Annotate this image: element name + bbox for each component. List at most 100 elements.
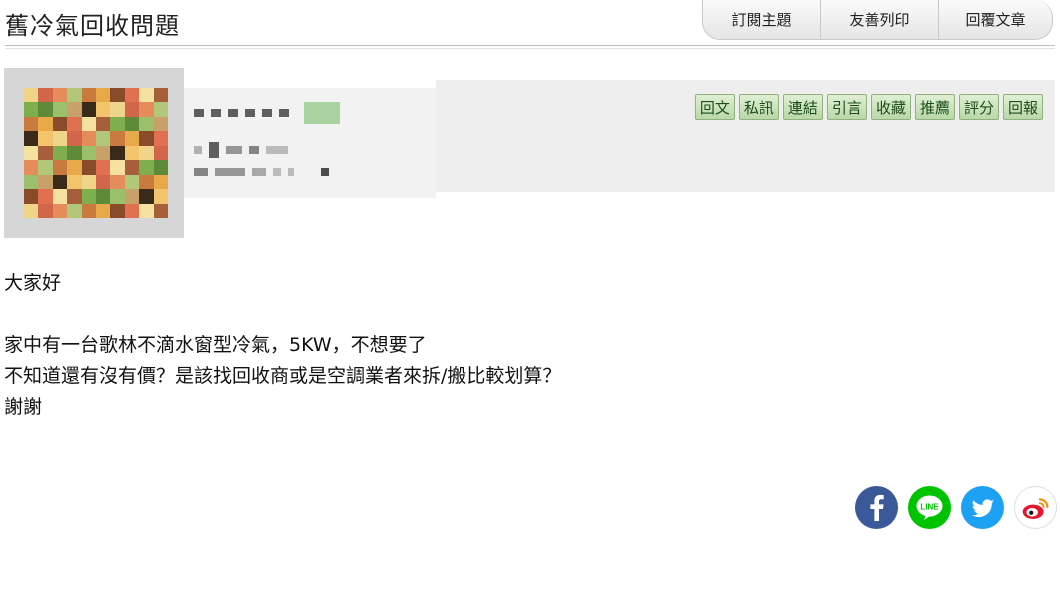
printer-friendly-button[interactable]: 友善列印 [820, 0, 939, 40]
link-button[interactable]: 連結 [782, 94, 823, 120]
avatar-pixel [124, 203, 140, 218]
post-line-thanks: 謝謝 [4, 396, 43, 418]
post-line: 家中有一台歌林不滴水窗型冷氣，5KW，不想要了 [4, 334, 427, 356]
avatar-pixel [81, 102, 96, 117]
weibo-icon[interactable] [1014, 486, 1057, 529]
avatar-pixel [153, 174, 168, 190]
avatar-pixel [24, 88, 39, 103]
avatar-pixel [95, 203, 111, 218]
avatar-pixel [139, 116, 154, 132]
reply-post-button[interactable]: 回覆文章 [938, 0, 1053, 40]
title-divider [5, 45, 1055, 46]
avatar-pixel [153, 189, 168, 204]
avatar-pixel [38, 102, 53, 117]
avatar-pixel [24, 116, 39, 132]
rate-button[interactable]: 評分 [958, 94, 999, 120]
avatar-pixel [38, 88, 53, 103]
svg-text:LINE: LINE [920, 503, 939, 512]
avatar-pixel [67, 145, 82, 161]
avatar-pixel [81, 203, 96, 218]
avatar-frame [4, 68, 184, 238]
report-button[interactable]: 回報 [1002, 94, 1043, 120]
avatar-pixel [38, 160, 53, 175]
avatar-pixel [52, 189, 68, 204]
avatar-pixel [67, 174, 82, 190]
subscribe-topic-button[interactable]: 訂閱主題 [702, 0, 821, 40]
quote-button[interactable]: 引言 [826, 94, 867, 120]
avatar-pixel [153, 131, 168, 146]
avatar-pixel [139, 145, 154, 161]
avatar-pixel [81, 174, 96, 190]
avatar-pixel [95, 131, 111, 146]
avatar-pixel [38, 131, 53, 146]
post-actions: 回文 私訊 連結 引言 收藏 推薦 評分 回報 [694, 94, 1043, 120]
avatar-pixel [110, 174, 125, 190]
post-line-greeting: 大家好 [4, 272, 62, 294]
avatar-pixel [153, 145, 168, 161]
avatar-pixel [110, 189, 125, 204]
avatar-pixel [38, 203, 53, 218]
topbar: 舊冷氣回收問題 訂閱主題 友善列印 回覆文章 [0, 0, 1060, 49]
avatar-pixel [52, 116, 68, 132]
avatar-pixel [52, 131, 68, 146]
avatar-pixel [38, 189, 53, 204]
avatar-pixel [38, 116, 53, 132]
avatar-pixel [52, 203, 68, 218]
avatar-pixel [95, 160, 111, 175]
avatar-pixel [124, 88, 140, 103]
avatar-pixel [95, 145, 111, 161]
title-divider-secondary [5, 48, 1055, 49]
avatar-pixel [139, 102, 154, 117]
avatar-pixel [67, 116, 82, 132]
avatar-pixel [124, 116, 140, 132]
recommend-button[interactable]: 推薦 [914, 94, 955, 120]
avatar-pixel [81, 189, 96, 204]
bookmark-button[interactable]: 收藏 [870, 94, 911, 120]
user-rank-blurred [194, 142, 288, 158]
avatar-pixel [110, 203, 125, 218]
avatar-pixel [24, 160, 39, 175]
avatar-pixel [124, 131, 140, 146]
avatar-pixel [24, 102, 39, 117]
avatar-pixel [52, 145, 68, 161]
avatar-pixel [139, 160, 154, 175]
line-icon[interactable]: LINE [908, 486, 951, 529]
avatar-pixel [124, 145, 140, 161]
avatar-pixel [110, 131, 125, 146]
twitter-icon[interactable] [961, 486, 1004, 529]
avatar-pixel [24, 189, 39, 204]
avatar-pixel [24, 131, 39, 146]
facebook-icon[interactable] [855, 486, 898, 529]
avatar-pixel [81, 116, 96, 132]
avatar-pixel [24, 203, 39, 218]
private-message-button[interactable]: 私訊 [738, 94, 779, 120]
username-blurred[interactable] [194, 102, 340, 124]
avatar-pixel [67, 203, 82, 218]
avatar-pixel [139, 189, 154, 204]
avatar-pixel [52, 160, 68, 175]
avatar-pixel [95, 88, 111, 103]
avatar-pixel [110, 88, 125, 103]
avatar-pixel [124, 174, 140, 190]
post-body: 大家好 家中有一台歌林不滴水窗型冷氣，5KW，不想要了 不知道還有沒有價？是該找… [4, 268, 561, 423]
avatar-pixel [95, 189, 111, 204]
avatar-pixel [52, 174, 68, 190]
post-line: 不知道還有沒有價？是該找回收商或是空調業者來拆/搬比較划算？ [4, 365, 562, 387]
avatar-pixel [24, 174, 39, 190]
reply-button[interactable]: 回文 [694, 94, 735, 120]
avatar-pixel [52, 88, 68, 103]
avatar-pixel [153, 203, 168, 218]
avatar-pixel [124, 160, 140, 175]
avatar-pixel [38, 145, 53, 161]
avatar-pixel [67, 131, 82, 146]
avatar-pixel [24, 145, 39, 161]
avatar-pixel [81, 88, 96, 103]
avatar-pixel [124, 102, 140, 117]
avatar-pixel [110, 116, 125, 132]
avatar-pixel [81, 131, 96, 146]
avatar-pixel [38, 174, 53, 190]
avatar[interactable] [24, 88, 168, 218]
thread-tabs: 訂閱主題 友善列印 回覆文章 [702, 0, 1053, 40]
avatar-pixel [110, 160, 125, 175]
user-meta-blurred [194, 168, 329, 176]
